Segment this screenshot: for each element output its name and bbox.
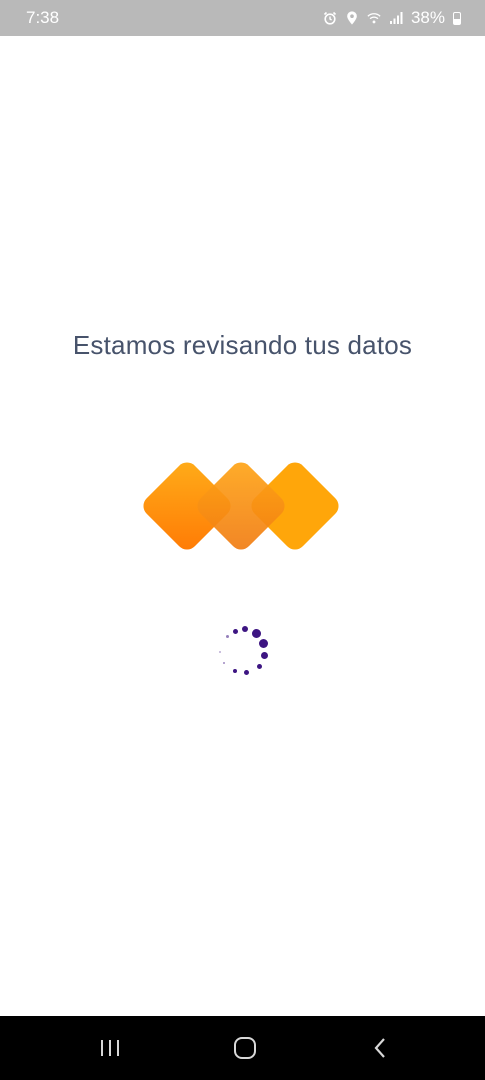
signal-icon xyxy=(389,11,403,25)
battery-percent: 38% xyxy=(410,8,445,27)
status-icons: 38% xyxy=(323,8,461,28)
brand-logo xyxy=(143,462,339,550)
spinner-dot xyxy=(223,662,225,664)
loading-spinner xyxy=(212,624,276,688)
navigation-bar xyxy=(0,1016,485,1080)
back-button[interactable] xyxy=(366,1034,396,1062)
home-icon xyxy=(234,1037,256,1059)
spinner-dot xyxy=(233,669,237,673)
spinner-dot xyxy=(259,639,268,648)
alarm-icon xyxy=(323,11,337,25)
spinner-dot xyxy=(233,629,238,634)
spinner-dot xyxy=(244,670,249,675)
status-bar: 7:38 38% xyxy=(0,0,485,36)
loading-message: Estamos revisando tus datos xyxy=(72,330,413,360)
spinner-dot xyxy=(226,635,229,638)
home-button[interactable] xyxy=(230,1034,260,1062)
spinner-dot xyxy=(257,664,262,669)
loading-screen: Estamos revisando tus datos xyxy=(0,36,485,1016)
location-icon xyxy=(345,11,359,25)
wifi-icon xyxy=(367,11,381,25)
logo-middle-shape xyxy=(197,462,285,550)
spinner-dot xyxy=(261,652,268,659)
back-icon xyxy=(374,1038,385,1058)
spinner-dot xyxy=(242,626,248,632)
spinner-dot xyxy=(252,629,261,638)
spinner-dot xyxy=(219,651,221,653)
recent-apps-button[interactable] xyxy=(95,1034,125,1062)
battery-icon xyxy=(453,11,461,25)
recent-apps-icon xyxy=(101,1040,119,1056)
status-time: 7:38 xyxy=(26,8,60,27)
